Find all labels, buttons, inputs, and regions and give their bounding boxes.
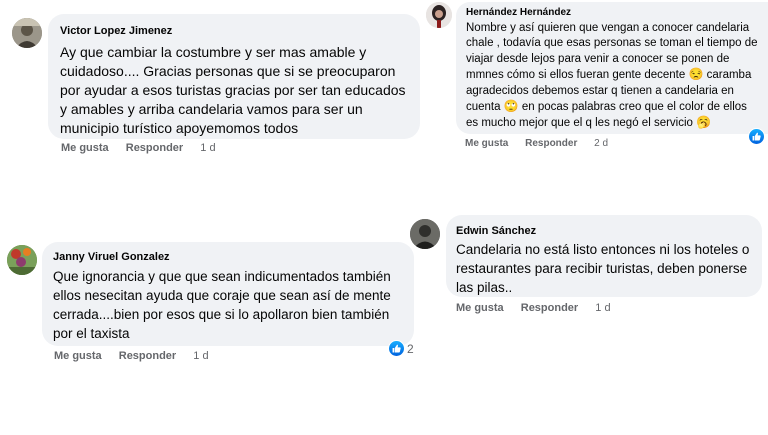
profile-photo-icon	[426, 2, 452, 28]
comment-text: Candelaria no está listo entonces ni los…	[456, 242, 750, 295]
comment-bubble: Hernández Hernández Nombre y así quieren…	[456, 2, 768, 134]
thumbs-up-icon	[748, 128, 765, 145]
like-button[interactable]: Me gusta	[54, 350, 102, 362]
reaction-count[interactable]	[748, 128, 765, 145]
comment-bubble: Janny Viruel Gonzalez Que ignorancia y q…	[42, 242, 414, 346]
reply-button[interactable]: Responder	[521, 302, 578, 314]
comment-text: Ay que cambiar la costumbre y ser mas am…	[60, 44, 406, 136]
thumbs-up-icon	[388, 340, 405, 357]
comment-actions: Me gusta Responder 2 d	[465, 138, 608, 149]
reaction-count[interactable]: 2	[388, 340, 414, 357]
avatar[interactable]	[12, 18, 42, 48]
comment-author[interactable]: Hernández Hernández	[466, 7, 758, 18]
like-button[interactable]: Me gusta	[61, 142, 109, 154]
reaction-number: 2	[407, 341, 414, 356]
comment-timestamp[interactable]: 1 d	[193, 350, 208, 362]
comment-actions: Me gusta Responder 1 d	[456, 302, 611, 314]
yawning-face-icon: 🥱	[696, 115, 712, 130]
comment-text: Nombre y así quieren que vengan a conoce…	[466, 21, 758, 132]
avatar[interactable]	[7, 245, 37, 275]
avatar[interactable]	[410, 219, 440, 249]
comment-actions: Me gusta Responder 1 d	[54, 350, 209, 362]
unamused-face-icon: 😒	[688, 67, 704, 82]
comment-bubble: Victor Lopez Jimenez Ay que cambiar la c…	[48, 14, 420, 139]
comment-bubble: Edwin Sánchez Candelaria no está listo e…	[446, 215, 762, 297]
profile-photo-icon	[7, 245, 37, 275]
comment-author[interactable]: Edwin Sánchez	[456, 225, 752, 237]
comment-timestamp[interactable]: 2 d	[594, 138, 608, 149]
comment-timestamp[interactable]: 1 d	[595, 302, 610, 314]
avatar[interactable]	[426, 2, 452, 28]
comment-timestamp[interactable]: 1 d	[200, 142, 215, 154]
like-button[interactable]: Me gusta	[456, 302, 504, 314]
profile-photo-icon	[410, 219, 440, 249]
eye-roll-face-icon: 🙄	[503, 99, 519, 114]
reply-button[interactable]: Responder	[525, 138, 577, 149]
like-button[interactable]: Me gusta	[465, 138, 508, 149]
comment-text: Que ignorancia y que que sean indicument…	[53, 269, 391, 341]
comment-author[interactable]: Janny Viruel Gonzalez	[53, 251, 403, 263]
reply-button[interactable]: Responder	[119, 350, 176, 362]
comment-author[interactable]: Victor Lopez Jimenez	[60, 25, 408, 37]
comment-actions: Me gusta Responder 1 d	[61, 142, 216, 154]
reply-button[interactable]: Responder	[126, 142, 183, 154]
profile-photo-icon	[12, 18, 42, 48]
